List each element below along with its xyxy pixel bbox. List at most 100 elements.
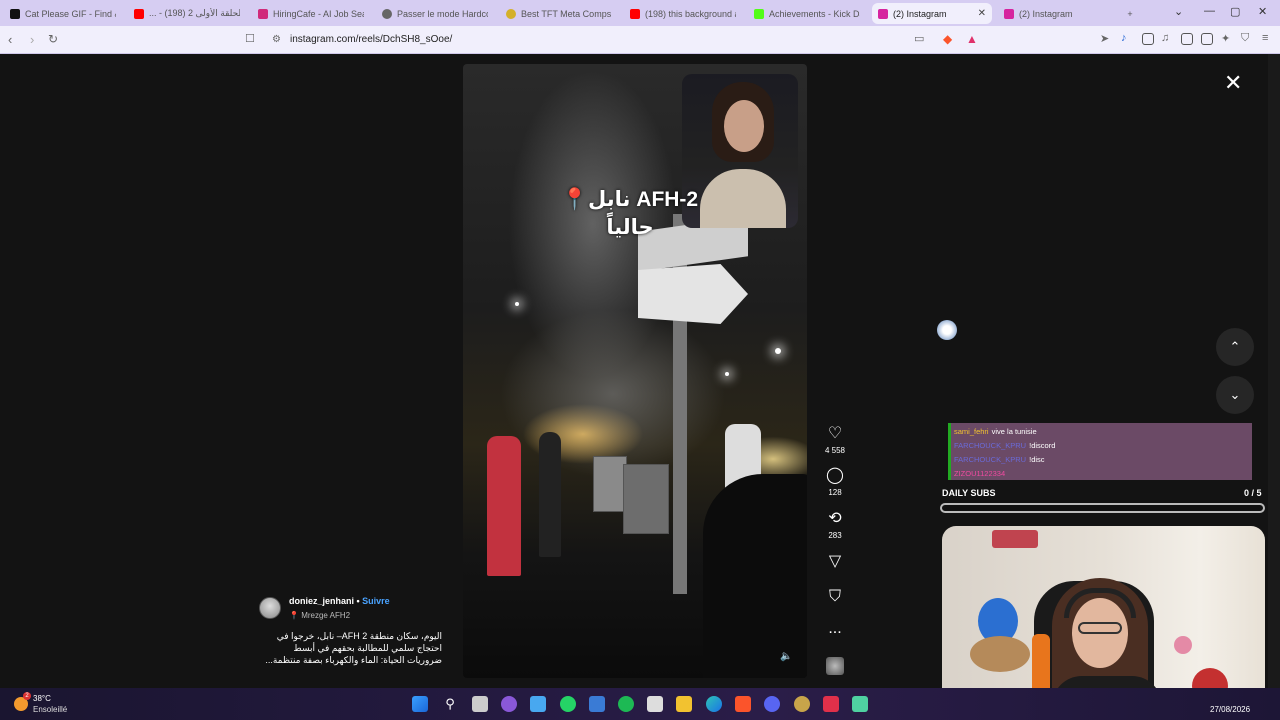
more-options-button[interactable]: ... xyxy=(822,620,848,638)
bookmark-icon[interactable]: ☐ xyxy=(245,32,255,45)
tab-label: (2) Instagram xyxy=(1019,8,1073,19)
chevron-down-icon: ⌄ xyxy=(1229,387,1241,402)
url-field[interactable]: instagram.com/reels/DchSH8_sOoe/ xyxy=(290,34,452,45)
reel-caption[interactable]: اليوم، سكان منطقة AFH 2– نابل، خرجوا في … xyxy=(258,630,442,666)
chair-accent xyxy=(1032,634,1050,694)
repost-button[interactable]: ⟲ 283 xyxy=(822,510,848,540)
task-view-icon[interactable] xyxy=(472,696,488,712)
minimize-icon[interactable]: — xyxy=(1204,5,1215,17)
overlay-line-2: حالياً xyxy=(606,216,654,239)
menu-icon[interactable]: ≡ xyxy=(1262,32,1268,44)
trash-bin xyxy=(593,456,627,512)
browser-tab[interactable]: HiringCafe - AI Job Sear xyxy=(252,3,370,24)
page-scrollbar[interactable] xyxy=(1268,54,1280,688)
whatsapp-icon[interactable] xyxy=(560,696,576,712)
sidebar-icon[interactable] xyxy=(1181,33,1193,45)
back-icon[interactable]: ‹ xyxy=(8,32,12,47)
author-username[interactable]: doniez_jenhani xyxy=(289,596,354,606)
more-icon: ... xyxy=(828,620,842,637)
close-icon[interactable]: ✕ xyxy=(1224,70,1242,96)
chat-username: FARCHOUCK_KPRU xyxy=(954,441,1027,450)
author-avatar[interactable] xyxy=(259,597,281,619)
share-button[interactable]: ▽ xyxy=(822,553,848,571)
leo-ai-icon[interactable]: ✦ xyxy=(1221,32,1230,45)
tab-label: Achievements - Kick Das xyxy=(769,8,860,19)
follow-button[interactable]: Suivre xyxy=(362,596,390,606)
chat-message: ZIZOU1122334 xyxy=(954,469,1008,478)
mute-icon[interactable]: 🔈 xyxy=(780,651,792,662)
taskbar-date[interactable]: 27/08/2026 xyxy=(1210,705,1250,714)
tab-list-chevron-icon[interactable]: ⌄ xyxy=(1174,5,1183,18)
street-lamp xyxy=(725,372,729,376)
chat-text: vive la tunisie xyxy=(991,427,1037,436)
app-icon[interactable] xyxy=(852,696,868,712)
author-line: doniez_jenhani • Suivre xyxy=(289,596,390,606)
browser-tab[interactable]: Passer le mode Hardcore xyxy=(376,3,494,24)
close-window-icon[interactable]: ✕ xyxy=(1258,5,1267,18)
file-explorer-icon[interactable] xyxy=(676,696,692,712)
audio-extension-icon[interactable]: ♪ xyxy=(1121,32,1127,44)
road-sign-arrow xyxy=(638,264,748,324)
daily-subs-count: 0 / 5 xyxy=(1244,488,1262,498)
wall-picture xyxy=(992,530,1038,548)
location-tag[interactable]: 📍 Mrezge AFH2 xyxy=(289,611,350,620)
brave-icon[interactable] xyxy=(735,696,751,712)
previous-reel-button[interactable]: ⌃ xyxy=(1216,328,1254,366)
browser-tab[interactable]: (198) this background ai xyxy=(624,3,742,24)
league-icon[interactable] xyxy=(794,696,810,712)
tab-close-icon[interactable]: ✕ xyxy=(978,8,986,19)
plush-toy xyxy=(970,636,1030,672)
like-button[interactable]: ♡ 4 558 xyxy=(822,425,848,455)
next-reel-button[interactable]: ⌄ xyxy=(1216,376,1254,414)
tab-favicon-icon xyxy=(506,8,516,19)
chat-accent-bar xyxy=(948,423,951,480)
vpn-icon[interactable]: ⛉ xyxy=(1241,32,1249,45)
valorant-icon[interactable] xyxy=(823,696,839,712)
save-button[interactable]: ⛉ xyxy=(822,588,848,606)
tab-favicon-icon xyxy=(382,8,392,19)
start-icon[interactable] xyxy=(412,696,428,712)
comment-button[interactable]: ◯ 128 xyxy=(822,467,848,497)
new-tab-button[interactable]: + xyxy=(1121,3,1139,24)
weather-temperature[interactable]: 38°C xyxy=(33,694,51,703)
browser-tab[interactable]: Achievements - Kick Das xyxy=(748,3,866,24)
tab-label: HiringCafe - AI Job Sear xyxy=(273,8,364,19)
tab-favicon-icon xyxy=(10,8,20,19)
maximize-icon[interactable]: ▢ xyxy=(1230,5,1240,18)
forward-icon[interactable]: › xyxy=(30,32,34,47)
site-settings-icon[interactable]: ⚙ xyxy=(272,34,281,45)
brave-rewards-icon[interactable]: ▲ xyxy=(966,32,978,46)
brave-shield-icon[interactable]: ◆ xyxy=(943,32,952,46)
browser-tab[interactable]: (2) Instagram xyxy=(998,3,1116,24)
cast-icon[interactable]: ▭ xyxy=(914,32,924,45)
separator: • xyxy=(354,596,363,606)
chevron-up-icon: ⌃ xyxy=(1229,339,1241,354)
browser-tab-active[interactable]: (2) Instagram ✕ xyxy=(872,3,992,24)
spotify-icon[interactable] xyxy=(618,696,634,712)
youtube-icon xyxy=(134,8,144,19)
browser-tab[interactable]: ... - (198) 2 الحلقة الأولى xyxy=(128,3,246,24)
chat-message: sami_fehri vive la tunisie xyxy=(954,427,1037,436)
browser-tab[interactable]: Best TFT Meta Comps & xyxy=(500,3,618,24)
discord-icon[interactable] xyxy=(764,696,780,712)
wallet-icon[interactable] xyxy=(1201,33,1213,45)
weather-description[interactable]: Ensoleillé xyxy=(33,705,67,714)
notes-icon[interactable] xyxy=(589,696,605,712)
widgets-icon[interactable] xyxy=(530,696,546,712)
tab-label: Cat Please GIF - Find & xyxy=(25,8,116,19)
store-icon[interactable] xyxy=(647,696,663,712)
extensions-icon[interactable] xyxy=(1142,33,1154,45)
browser-tab[interactable]: Cat Please GIF - Find & xyxy=(4,3,122,24)
media-icon[interactable]: ♫ xyxy=(1161,32,1169,44)
audio-thumbnail[interactable] xyxy=(826,657,844,675)
send-icon: ▽ xyxy=(828,553,842,570)
tab-label: Passer le mode Hardcore xyxy=(397,8,488,19)
protester xyxy=(539,432,561,557)
reload-icon[interactable]: ↻ xyxy=(48,32,58,46)
windows-taskbar xyxy=(0,688,1280,720)
copilot-icon[interactable] xyxy=(501,696,517,712)
cursor-extension-icon[interactable]: ➤ xyxy=(1100,32,1109,45)
search-icon[interactable]: ⚲ xyxy=(442,696,458,712)
chat-message: FARCHOUCK_KPRU !disc xyxy=(954,455,1045,464)
edge-icon[interactable] xyxy=(706,696,722,712)
